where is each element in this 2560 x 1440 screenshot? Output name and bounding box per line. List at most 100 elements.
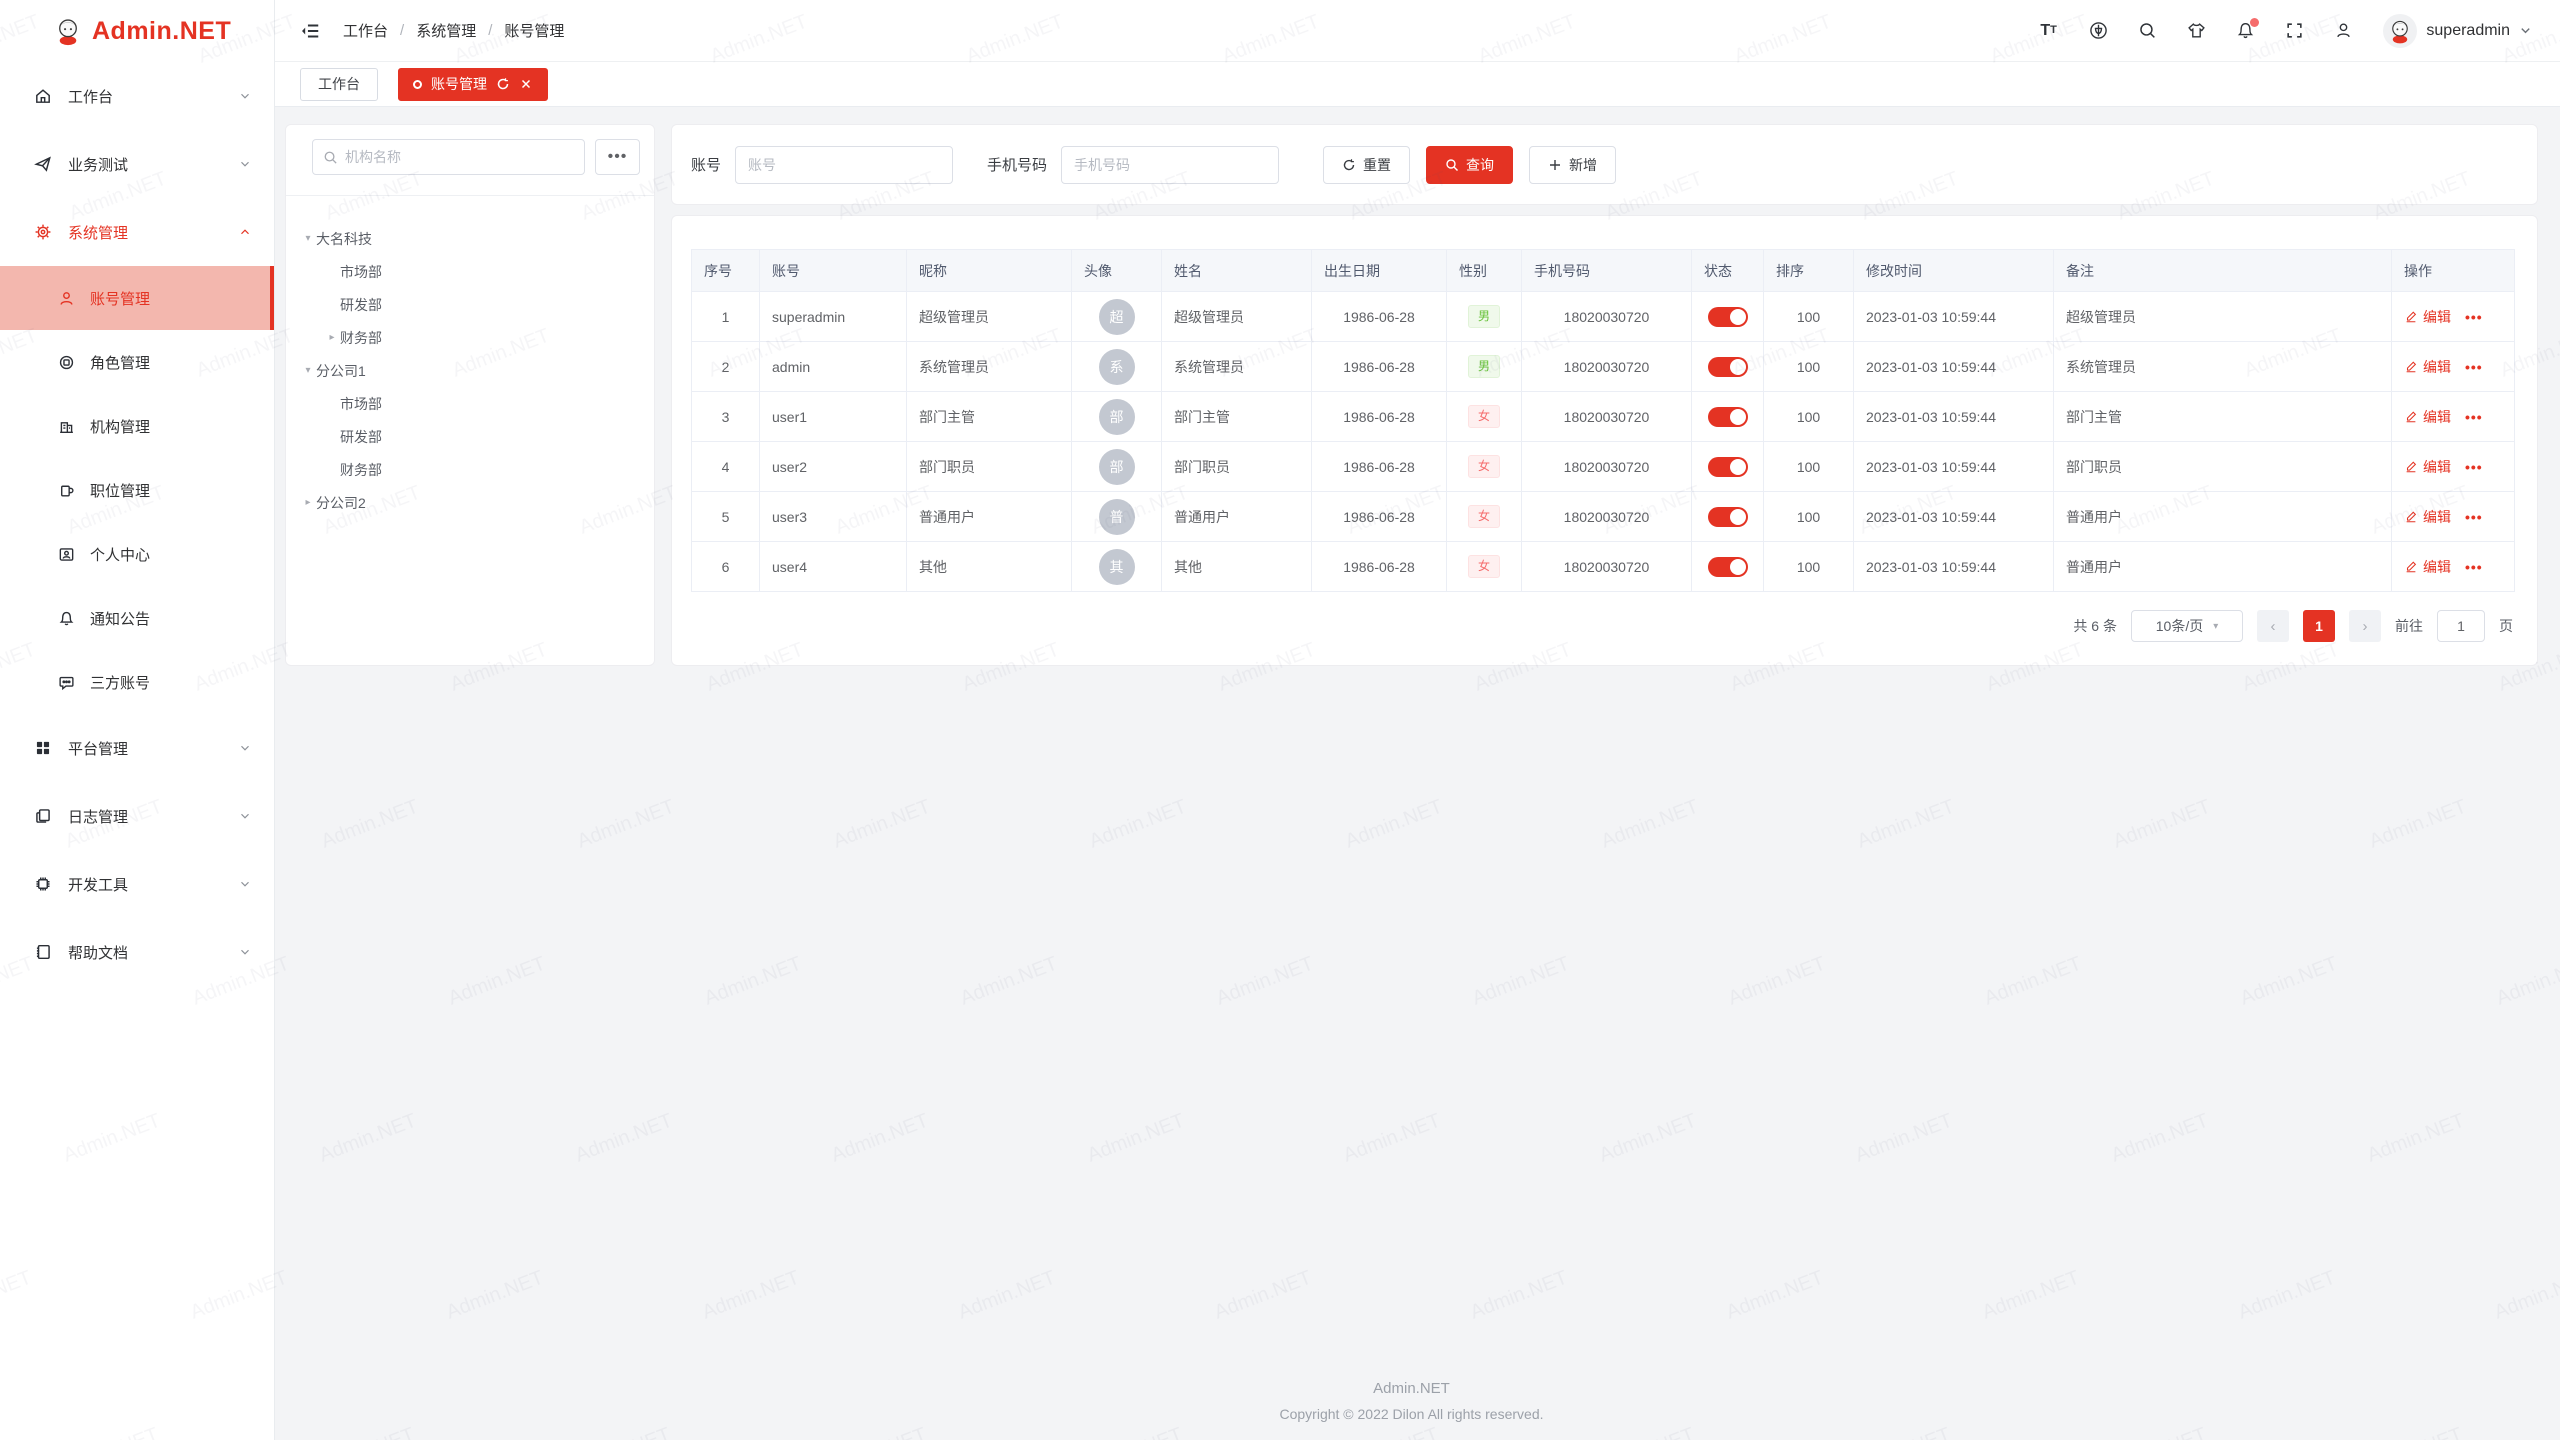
cell-index: 1 — [692, 292, 760, 342]
phone-filter-input[interactable] — [1061, 146, 1279, 184]
edit-button[interactable]: 编辑 — [2404, 507, 2451, 527]
fullscreen-icon[interactable] — [2285, 21, 2304, 40]
sidebar-item-5[interactable]: 开发工具 — [0, 850, 274, 918]
tabs-bar: 工作台 账号管理 — [275, 62, 2560, 107]
content: ••• ▾大名科技市场部研发部▸财务部▾分公司1市场部研发部财务部▸分公司2 账… — [275, 107, 2560, 1440]
query-button[interactable]: 查询 — [1426, 146, 1513, 184]
tab-workbench[interactable]: 工作台 — [300, 68, 378, 101]
page-size-select[interactable]: 10条/页 ▾ — [2131, 610, 2243, 642]
cell-phone: 18020030720 — [1522, 492, 1692, 542]
column-header-modified: 修改时间 — [1854, 250, 2054, 292]
sidebar-item-1[interactable]: 业务测试 — [0, 130, 274, 198]
more-actions-button[interactable]: ••• — [2465, 309, 2483, 325]
cell-sort: 100 — [1764, 442, 1854, 492]
next-page-button[interactable]: › — [2349, 610, 2381, 642]
account-filter-input[interactable] — [735, 146, 953, 184]
tree-node[interactable]: 研发部 — [300, 420, 646, 453]
caret-down-icon[interactable]: ▾ — [300, 233, 316, 244]
search-icon[interactable] — [2138, 21, 2157, 40]
profile-icon — [58, 546, 75, 563]
sidebar-subitem-2-4[interactable]: 个人中心 — [0, 522, 274, 586]
breadcrumb-item-system[interactable]: 系统管理 — [416, 20, 476, 41]
edit-button[interactable]: 编辑 — [2404, 457, 2451, 477]
more-actions-button[interactable]: ••• — [2465, 359, 2483, 375]
language-icon[interactable] — [2089, 21, 2108, 40]
sidebar-subitem-2-6[interactable]: 三方账号 — [0, 650, 274, 714]
add-button[interactable]: 新增 — [1529, 146, 1616, 184]
status-toggle[interactable] — [1708, 507, 1748, 527]
tree-node[interactable]: ▾大名科技 — [300, 222, 646, 255]
tab-account-management[interactable]: 账号管理 — [398, 68, 548, 101]
sidebar-subitem-label: 账号管理 — [90, 288, 150, 309]
sidebar-item-3[interactable]: 平台管理 — [0, 714, 274, 782]
more-actions-button[interactable]: ••• — [2465, 409, 2483, 425]
goto-page-input[interactable] — [2437, 610, 2485, 642]
table-row: 2admin系统管理员系系统管理员1986-06-28男180200307201… — [692, 342, 2515, 392]
tree-node[interactable]: ▸财务部 — [300, 321, 646, 354]
sidebar-subitem-2-3[interactable]: 职位管理 — [0, 458, 274, 522]
sidebar-subitem-2-1[interactable]: 角色管理 — [0, 330, 274, 394]
more-actions-button[interactable]: ••• — [2465, 559, 2483, 575]
sidebar-submenu: 账号管理角色管理机构管理职位管理个人中心通知公告三方账号 — [0, 266, 274, 714]
tree-node[interactable]: 研发部 — [300, 288, 646, 321]
current-page-button[interactable]: 1 — [2303, 610, 2335, 642]
chevron-down-icon — [238, 877, 252, 891]
theme-shirt-icon[interactable] — [2187, 21, 2206, 40]
chevron-down-icon — [238, 157, 252, 171]
cell-birthday: 1986-06-28 — [1312, 542, 1447, 592]
caret-down-icon[interactable]: ▾ — [300, 365, 316, 376]
refresh-icon[interactable] — [496, 77, 510, 91]
sidebar-subitem-2-2[interactable]: 机构管理 — [0, 394, 274, 458]
sidebar-subitem-2-0[interactable]: 账号管理 — [0, 266, 274, 330]
cell-avatar: 普 — [1072, 492, 1162, 542]
edit-button[interactable]: 编辑 — [2404, 407, 2451, 427]
status-toggle[interactable] — [1708, 407, 1748, 427]
chevron-down-icon — [238, 945, 252, 959]
collapse-sidebar-icon[interactable] — [299, 20, 321, 42]
refresh-icon — [1342, 158, 1356, 172]
user-icon[interactable] — [2334, 21, 2353, 40]
cell-phone: 18020030720 — [1522, 392, 1692, 442]
edit-button[interactable]: 编辑 — [2404, 307, 2451, 327]
caret-right-icon[interactable]: ▸ — [300, 497, 316, 508]
cell-modified: 2023-01-03 10:59:44 — [1854, 492, 2054, 542]
edit-button[interactable]: 编辑 — [2404, 357, 2451, 377]
notification-bell-icon[interactable] — [2236, 21, 2255, 40]
tree-node[interactable]: 市场部 — [300, 255, 646, 288]
tree-node[interactable]: 市场部 — [300, 387, 646, 420]
status-toggle[interactable] — [1708, 357, 1748, 377]
status-toggle[interactable] — [1708, 557, 1748, 577]
sidebar-item-4[interactable]: 日志管理 — [0, 782, 274, 850]
user-menu[interactable]: superadmin — [2383, 14, 2532, 48]
sidebar-item-0[interactable]: 工作台 — [0, 62, 274, 130]
sidebar-item-2[interactable]: 系统管理 — [0, 198, 274, 266]
prev-page-button[interactable]: ‹ — [2257, 610, 2289, 642]
sidebar-subitem-2-5[interactable]: 通知公告 — [0, 586, 274, 650]
breadcrumb-item-workbench[interactable]: 工作台 — [343, 20, 388, 41]
breadcrumb-item-account[interactable]: 账号管理 — [504, 20, 564, 41]
tree-node[interactable]: 财务部 — [300, 453, 646, 486]
edit-button[interactable]: 编辑 — [2404, 557, 2451, 577]
org-search-input[interactable] — [345, 149, 574, 165]
caret-right-icon[interactable]: ▸ — [324, 332, 340, 343]
font-size-icon[interactable]: TT — [2040, 21, 2059, 40]
more-actions-button[interactable]: ••• — [2465, 459, 2483, 475]
pagination: 共 6 条 10条/页 ▾ ‹ 1 › 前往 页 — [691, 592, 2513, 660]
org-more-button[interactable]: ••• — [595, 139, 640, 175]
close-icon[interactable] — [519, 77, 533, 91]
sidebar-subitem-label: 个人中心 — [90, 544, 150, 565]
more-actions-button[interactable]: ••• — [2465, 509, 2483, 525]
cell-status — [1692, 392, 1764, 442]
gear-icon — [34, 223, 52, 241]
cell-name: 系统管理员 — [1162, 342, 1312, 392]
status-toggle[interactable] — [1708, 307, 1748, 327]
tree-node[interactable]: ▾分公司1 — [300, 354, 646, 387]
gender-badge: 女 — [1468, 455, 1500, 477]
table-row: 6user4其他其其他1986-06-28女180200307201002023… — [692, 542, 2515, 592]
logo[interactable]: Admin.NET — [0, 0, 274, 62]
tree-node[interactable]: ▸分公司2 — [300, 486, 646, 519]
reset-button[interactable]: 重置 — [1323, 146, 1410, 184]
sidebar-item-6[interactable]: 帮助文档 — [0, 918, 274, 986]
status-toggle[interactable] — [1708, 457, 1748, 477]
avatar: 超 — [1099, 299, 1135, 335]
